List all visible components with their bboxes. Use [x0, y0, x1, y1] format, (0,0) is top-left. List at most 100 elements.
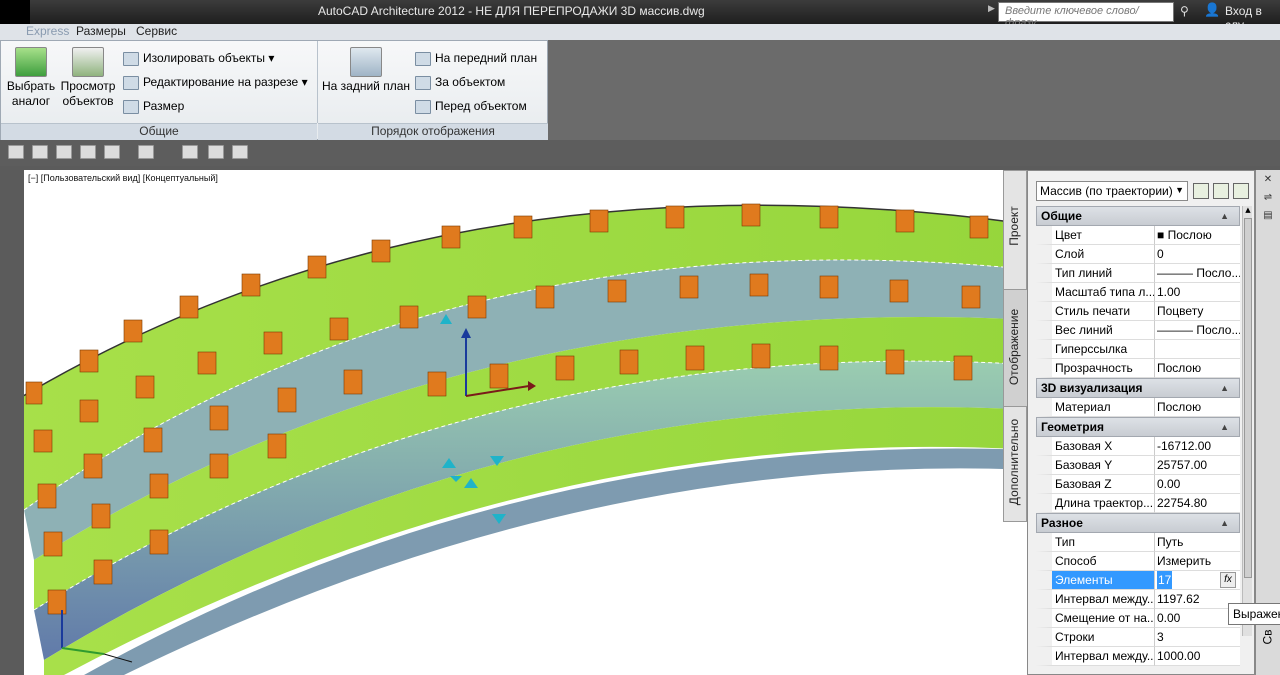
object-type-select[interactable]: Массив (по траектории) ▼ [1036, 181, 1188, 201]
quick-select-icon[interactable] [1193, 183, 1209, 199]
chair [83, 453, 103, 479]
tab-display[interactable]: Отображение [1004, 289, 1028, 407]
property-row[interactable]: Материал Послою [1036, 398, 1240, 417]
property-row[interactable]: Интервал между... 1197.62 [1036, 590, 1240, 609]
property-row[interactable]: Базовая Y 25757.00 [1036, 456, 1240, 475]
chair [307, 255, 327, 279]
toggle-pickadd-icon[interactable] [1233, 183, 1249, 199]
property-row[interactable]: Смещение от на... 0.00 [1036, 609, 1240, 628]
section-header-misc[interactable]: Разное ▲ [1036, 513, 1240, 533]
section-header-3d-visualization[interactable]: 3D визуализация ▲ [1036, 378, 1240, 398]
menu-dimensions[interactable]: Размеры [76, 24, 126, 38]
object-type-value: Массив (по траектории) [1040, 184, 1173, 198]
send-behind-button[interactable]: За объектом [415, 73, 505, 91]
chair [343, 369, 363, 395]
property-row[interactable]: Строки 3 [1036, 628, 1240, 647]
chair [149, 473, 169, 499]
property-row[interactable]: Длина траектор... 22754.80 [1036, 494, 1240, 513]
edit-section-button[interactable]: Редактирование на разрезе ▾ [123, 73, 308, 91]
select-similar-icon [15, 47, 47, 77]
bring-to-front-button[interactable]: На передний план [415, 49, 537, 67]
scroll-up-icon[interactable]: ▲ [1243, 206, 1253, 216]
menu-express[interactable]: Express [26, 24, 69, 38]
view-objects-label: Просмотр объектов [60, 79, 116, 108]
chair [47, 589, 67, 615]
edit-section-label: Редактирование на разрезе [143, 75, 299, 89]
chair [555, 355, 575, 381]
drawing-viewport[interactable]: [−] [Пользовательский вид] [Концептуальн… [24, 170, 1030, 675]
chair [619, 349, 639, 375]
palette-title: Св [1260, 629, 1275, 645]
collapse-icon: ▲ [1220, 518, 1229, 528]
property-row[interactable]: Гиперссылка [1036, 340, 1240, 359]
dimension-icon [123, 99, 139, 114]
isolate-objects-button[interactable]: Изолировать объекты ▾ [123, 49, 274, 67]
binoculars-icon[interactable]: ⚲ [1180, 4, 1196, 20]
expression-icon[interactable]: fx [1220, 572, 1236, 588]
tab-project[interactable]: Проект [1004, 179, 1028, 289]
palette-tab-strip: Проект Отображение Дополнительно [1003, 170, 1028, 522]
save-icon[interactable] [56, 145, 72, 159]
redo-icon[interactable] [138, 145, 154, 159]
drawing-canvas[interactable] [24, 170, 1030, 675]
property-row[interactable]: Способ Измерить [1036, 552, 1240, 571]
property-row[interactable]: Прозрачность Послою [1036, 359, 1240, 378]
property-row[interactable]: Базовая X -16712.00 [1036, 437, 1240, 456]
properties-palette: Массив (по траектории) ▼ Общие ▲ Цвет ■ По… [1027, 170, 1255, 675]
scroll-thumb[interactable] [1244, 218, 1252, 578]
chair [123, 319, 143, 343]
search-input[interactable]: Введите ключевое слово/фразу [998, 2, 1174, 29]
select-objects-icon[interactable] [1213, 183, 1229, 199]
print-icon[interactable] [80, 145, 96, 159]
properties-menu-icon[interactable]: ▤ [1262, 210, 1274, 222]
property-row[interactable]: Масштаб типа л... 1.00 [1036, 283, 1240, 302]
chair [37, 483, 57, 509]
open-icon[interactable] [32, 145, 48, 159]
bring-to-front-icon [415, 51, 431, 66]
send-to-back-button[interactable]: На задний план [321, 47, 411, 94]
property-row[interactable]: Вес линий ——— Посло... [1036, 321, 1240, 340]
bring-in-front-button[interactable]: Перед объектом [415, 97, 527, 115]
items-input[interactable]: 17 [1157, 571, 1173, 589]
workspace-icon[interactable] [232, 145, 248, 159]
section-header-geometry[interactable]: Геометрия ▲ [1036, 417, 1240, 437]
send-behind-icon [415, 75, 431, 90]
match-properties-icon[interactable] [182, 145, 198, 159]
chair [589, 209, 609, 233]
select-similar-button[interactable]: Выбрать аналог [5, 47, 57, 109]
property-row[interactable]: Интервал между... 1000.00 [1036, 647, 1240, 666]
chair [329, 317, 349, 341]
dimension-button[interactable]: Размер [123, 97, 184, 115]
collapse-icon: ▲ [1220, 422, 1229, 432]
property-row[interactable]: Тип линий ——— Посло... [1036, 264, 1240, 283]
chair [607, 279, 627, 303]
autohide-icon[interactable]: ⇌ [1262, 192, 1274, 204]
undo-icon[interactable] [104, 145, 120, 159]
properties-icon[interactable] [208, 145, 224, 159]
search-expand-icon[interactable]: ▶ [988, 4, 998, 20]
property-row-items[interactable]: Элементы 17 fx [1036, 571, 1240, 590]
chair [197, 351, 217, 375]
app-menu-button[interactable] [0, 0, 30, 24]
tab-extended[interactable]: Дополнительно [1004, 407, 1028, 519]
chair [819, 275, 839, 299]
chair [953, 355, 973, 381]
property-row[interactable]: Стиль печати Поцвету [1036, 302, 1240, 321]
chair [263, 331, 283, 355]
property-row[interactable]: Цвет ■ Послою [1036, 226, 1240, 245]
menu-tools[interactable]: Сервис [136, 24, 177, 38]
chair [895, 209, 915, 233]
palette-scrollbar[interactable]: ▲ [1242, 206, 1252, 636]
viewport-label[interactable]: [−] [Пользовательский вид] [Концептуальн… [28, 173, 218, 183]
close-icon[interactable]: ✕ [1262, 174, 1274, 186]
user-icon[interactable]: 👤 [1204, 3, 1220, 18]
new-icon[interactable] [8, 145, 24, 159]
view-objects-button[interactable]: Просмотр объектов [59, 47, 117, 109]
panel-divider [317, 41, 318, 123]
property-row[interactable]: Тип Путь [1036, 533, 1240, 552]
property-row[interactable]: Базовая Z 0.00 [1036, 475, 1240, 494]
isolate-icon [123, 51, 139, 66]
property-row[interactable]: Слой 0 [1036, 245, 1240, 264]
section-header-general[interactable]: Общие ▲ [1036, 206, 1240, 226]
chair [149, 529, 169, 555]
